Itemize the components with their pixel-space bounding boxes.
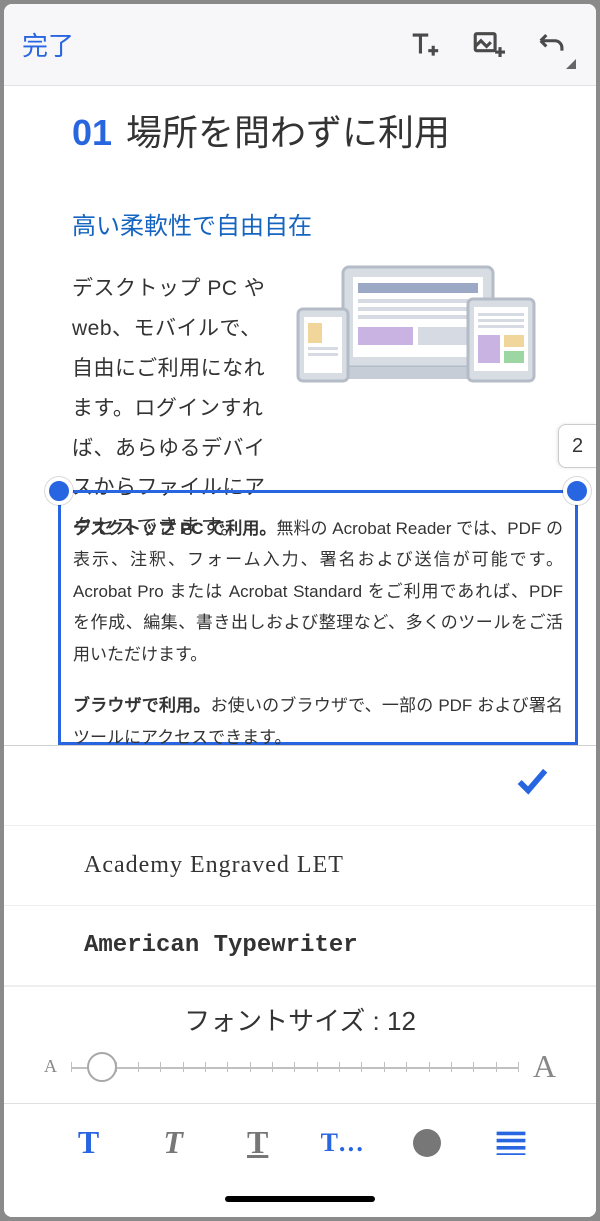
checkmark-icon	[514, 765, 548, 806]
align-button[interactable]	[481, 1119, 541, 1167]
font-option-academy[interactable]: Academy Engraved LET	[4, 826, 596, 906]
undo-icon[interactable]	[526, 19, 578, 71]
selection-handle-top-right[interactable]	[563, 477, 591, 505]
slider-thumb[interactable]	[87, 1052, 117, 1082]
text-more-button[interactable]: T…	[312, 1119, 372, 1167]
page-indicator-tab[interactable]: 2	[558, 424, 596, 468]
devices-illustration	[288, 261, 538, 401]
done-button[interactable]: 完了	[22, 26, 74, 63]
add-image-icon[interactable]	[462, 19, 514, 71]
slider-max-icon: A	[533, 1048, 556, 1085]
section-subtitle: 高い柔軟性で自由自在	[72, 206, 538, 241]
section-title: 場所を問わずに利用	[126, 104, 450, 156]
add-text-icon[interactable]	[398, 19, 450, 71]
font-size-section: フォントサイズ : 12 A A	[4, 986, 596, 1103]
document-title-row: 01 場所を問わずに利用	[72, 104, 538, 156]
header-bar: 完了	[4, 4, 596, 86]
selection-handle-top-left[interactable]	[45, 477, 73, 505]
font-option-default[interactable]	[4, 746, 596, 826]
home-indicator[interactable]	[4, 1181, 596, 1217]
document-view[interactable]: 01 場所を問わずに利用 高い柔軟性で自由自在 デスクトップ PC や web、…	[4, 86, 596, 745]
bold-button[interactable]: T	[59, 1119, 119, 1167]
font-size-label: フォントサイズ : 12	[44, 1001, 556, 1038]
text-selection-box[interactable]: デスクトップ PC で利用。無料の Acrobat Reader では、PDF …	[58, 490, 578, 745]
italic-button[interactable]: T	[143, 1119, 203, 1167]
selected-text-content[interactable]: デスクトップ PC で利用。無料の Acrobat Reader では、PDF …	[61, 493, 575, 745]
app-frame: 完了 01 場所を問わずに利用 高い柔軟性で自由自在 デスクトップ PC や w…	[4, 4, 596, 1217]
color-picker-button[interactable]	[397, 1119, 457, 1167]
text-format-toolbar: T T T T…	[4, 1103, 596, 1181]
font-size-slider[interactable]: A A	[44, 1048, 556, 1085]
slider-min-icon: A	[44, 1056, 57, 1077]
font-panel: Academy Engraved LET American Typewriter…	[4, 745, 596, 1217]
font-list[interactable]: Academy Engraved LET American Typewriter	[4, 746, 596, 986]
section-number: 01	[72, 112, 112, 154]
font-option-american[interactable]: American Typewriter	[4, 906, 596, 986]
underline-button[interactable]: T	[228, 1119, 288, 1167]
